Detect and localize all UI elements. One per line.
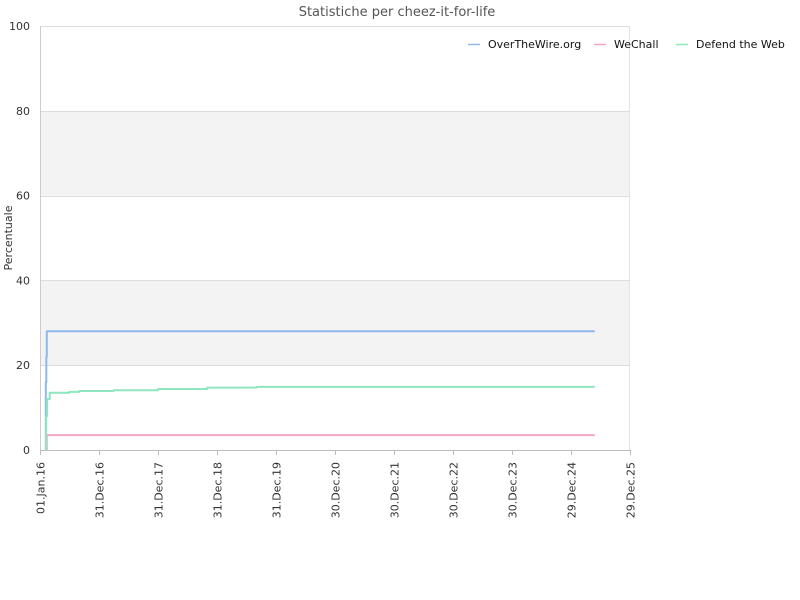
line-chart: 0 20 40 60 80 100 01.Jan.16 31.Dec.16 31.Dec.17… <box>2 5 785 518</box>
y-tick-label: 80 <box>16 105 30 118</box>
x-tick-label: 29.Dec.25 <box>625 462 638 518</box>
chart-title: Statistiche per cheez-it-for-life <box>299 5 496 20</box>
legend: OverTheWire.org WeChall Defend the Web <box>468 38 785 51</box>
x-tick-label: 30.Dec.20 <box>330 462 343 518</box>
y-tick-label: 100 <box>9 20 30 33</box>
y-tick-label: 0 <box>23 444 30 457</box>
y-tick-label: 60 <box>16 190 30 203</box>
x-tick-label: 31.Dec.19 <box>271 462 284 518</box>
x-tick-label: 29.Dec.24 <box>566 462 579 518</box>
legend-label: WeChall <box>614 38 659 51</box>
x-tick-label: 01.Jan.16 <box>35 462 48 514</box>
grid-band <box>40 280 630 366</box>
y-axis-label: Percentuale <box>2 205 15 270</box>
x-tick-label: 31.Dec.18 <box>212 462 225 518</box>
x-tick-label: 30.Dec.22 <box>448 462 461 518</box>
x-tick-label: 31.Dec.17 <box>153 462 166 518</box>
x-tick-label: 31.Dec.16 <box>94 462 107 518</box>
y-tick-label: 40 <box>16 274 30 287</box>
x-tick-label: 30.Dec.23 <box>507 462 520 518</box>
y-tick-label: 20 <box>16 359 30 372</box>
chart-container: 0 20 40 60 80 100 01.Jan.16 31.Dec.16 31.Dec.17… <box>0 0 800 600</box>
x-tick-labels: 01.Jan.16 31.Dec.16 31.Dec.17 31.Dec.18 31.D… <box>35 462 638 518</box>
grid-band <box>40 110 630 196</box>
legend-label: Defend the Web <box>696 38 785 51</box>
x-tick-label: 30.Dec.21 <box>389 462 402 518</box>
legend-label: OverTheWire.org <box>488 38 581 51</box>
